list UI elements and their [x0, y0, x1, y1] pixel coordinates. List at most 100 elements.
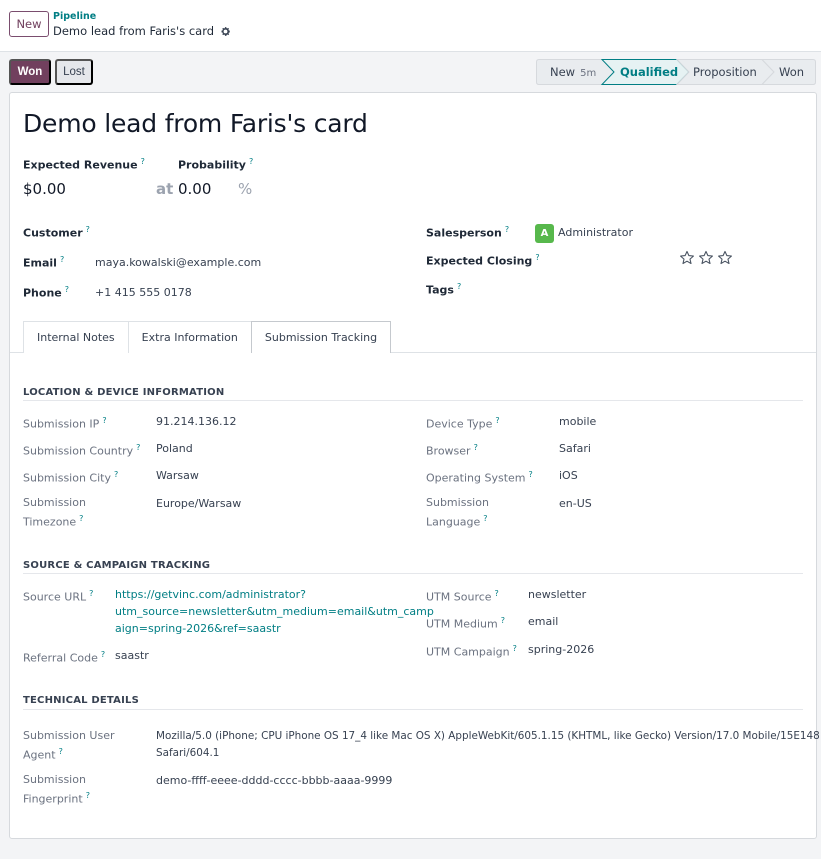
- utm-source-label: UTM Source?: [426, 586, 499, 606]
- help-icon[interactable]: ?: [505, 225, 509, 234]
- stage-proposition[interactable]: Proposition: [693, 65, 757, 79]
- stage-qualified[interactable]: Qualified: [620, 65, 678, 79]
- salesperson-label-text: Salesperson: [426, 226, 502, 240]
- source-url-line2: utm_source=newsletter&utm_medium=email&u…: [115, 605, 434, 618]
- probability-input[interactable]: 0.00: [178, 180, 211, 198]
- section-divider: [23, 709, 803, 710]
- help-icon[interactable]: ?: [495, 589, 499, 598]
- fingerprint-label: Submission Fingerprint?: [23, 772, 90, 808]
- section-divider: [23, 400, 803, 401]
- submission-country-label-text: Submission Country: [23, 444, 134, 458]
- referral-code-label: Referral Code?: [23, 647, 105, 667]
- probability-label: Probability?: [178, 157, 253, 172]
- submission-ip-label: Submission IP?: [23, 413, 107, 433]
- submission-city-value: Warsaw: [156, 469, 199, 482]
- help-icon[interactable]: ?: [483, 514, 487, 523]
- customer-field[interactable]: [95, 225, 405, 241]
- expected-revenue-input[interactable]: $0.00: [23, 180, 66, 198]
- stage-proposition-label: Proposition: [693, 65, 757, 79]
- lead-title[interactable]: Demo lead from Faris's card: [23, 109, 368, 138]
- breadcrumb-current: Demo lead from Faris's card: [53, 24, 231, 38]
- help-icon[interactable]: ?: [86, 791, 90, 800]
- fingerprint-label-line2: Fingerprint: [23, 792, 83, 806]
- submission-timezone-value: Europe/Warsaw: [156, 497, 242, 510]
- lost-button[interactable]: Lost: [55, 59, 93, 85]
- tags-label: Tags?: [426, 282, 461, 297]
- browser-label-text: Browser: [426, 444, 471, 458]
- submission-timezone-label: Submission Timezone?: [23, 495, 86, 531]
- notebook-tabs: Internal Notes Extra Information Submiss…: [23, 321, 392, 353]
- star-icon[interactable]: [679, 250, 695, 266]
- new-button[interactable]: New: [9, 11, 49, 37]
- submission-language-value: en-US: [559, 497, 592, 510]
- section-source-campaign: SOURCE & CAMPAIGN TRACKING: [23, 560, 211, 571]
- stage-new[interactable]: New 5m: [550, 65, 596, 79]
- help-icon[interactable]: ?: [529, 470, 533, 479]
- help-icon[interactable]: ?: [59, 747, 63, 756]
- help-icon[interactable]: ?: [249, 157, 253, 166]
- tab-submission-tracking[interactable]: Submission Tracking: [250, 321, 392, 353]
- expected-revenue-label: Expected Revenue?: [23, 157, 145, 172]
- help-icon[interactable]: ?: [495, 416, 499, 425]
- tab-internal-notes[interactable]: Internal Notes: [23, 321, 129, 353]
- tab-extra-information[interactable]: Extra Information: [127, 321, 252, 353]
- source-url-line1: https://getvinc.com/administrator?: [115, 588, 307, 601]
- help-icon[interactable]: ?: [457, 282, 461, 291]
- submission-ip-value: 91.214.136.12: [156, 415, 237, 428]
- operating-system-label: Operating System?: [426, 467, 533, 487]
- source-url-link[interactable]: https://getvinc.com/administrator? utm_s…: [115, 586, 434, 637]
- user-agent-line2: Safari/604.1: [156, 747, 220, 759]
- help-icon[interactable]: ?: [114, 470, 118, 479]
- help-icon[interactable]: ?: [101, 650, 105, 659]
- help-icon[interactable]: ?: [535, 253, 539, 262]
- device-type-value: mobile: [559, 415, 597, 428]
- email-label-text: Email: [23, 256, 57, 270]
- user-agent-line1: Mozilla/5.0 (iPhone; CPU iPhone OS 17_4 …: [156, 730, 820, 742]
- help-icon[interactable]: ?: [513, 644, 517, 653]
- stage-qualified-label: Qualified: [620, 65, 679, 79]
- help-icon[interactable]: ?: [141, 157, 145, 166]
- star-icon[interactable]: [698, 250, 714, 266]
- probability-label-text: Probability: [178, 158, 246, 172]
- star-icon[interactable]: [717, 250, 733, 266]
- submission-country-label: Submission Country?: [23, 440, 140, 460]
- help-icon[interactable]: ?: [86, 225, 90, 234]
- browser-label: Browser?: [426, 440, 478, 460]
- help-icon[interactable]: ?: [136, 443, 140, 452]
- phone-label-text: Phone: [23, 286, 62, 300]
- won-button[interactable]: Won: [9, 59, 51, 85]
- source-url-label: Source URL?: [23, 586, 93, 606]
- breadcrumb-pipeline[interactable]: Pipeline: [53, 11, 96, 22]
- avatar: A: [535, 224, 554, 243]
- phone-field[interactable]: +1 415 555 0178: [95, 286, 192, 299]
- gear-icon[interactable]: [220, 26, 231, 37]
- form-sheet: Demo lead from Faris's card Expected Rev…: [9, 92, 820, 839]
- submission-language-label: Submission Language?: [426, 495, 489, 531]
- stage-statusbar: New 5m Qualified Proposition Won: [536, 59, 816, 85]
- device-type-label: Device Type?: [426, 413, 500, 433]
- help-icon[interactable]: ?: [89, 589, 93, 598]
- expected-revenue-label-text: Expected Revenue: [23, 158, 138, 172]
- submission-city-label: Submission City?: [23, 467, 118, 487]
- help-icon[interactable]: ?: [65, 285, 69, 294]
- submission-timezone-label-line1: Submission: [23, 496, 86, 509]
- utm-campaign-label-text: UTM Campaign: [426, 645, 510, 659]
- utm-source-label-text: UTM Source: [426, 590, 492, 604]
- help-icon[interactable]: ?: [60, 255, 64, 264]
- help-icon[interactable]: ?: [474, 443, 478, 452]
- help-icon[interactable]: ?: [501, 616, 505, 625]
- email-field[interactable]: maya.kowalski@example.com: [95, 256, 261, 269]
- breadcrumb-current-label: Demo lead from Faris's card: [53, 24, 215, 38]
- phone-label: Phone?: [23, 285, 69, 300]
- stage-won[interactable]: Won: [779, 65, 804, 79]
- user-agent-label-line1: Submission User: [23, 729, 115, 742]
- help-icon[interactable]: ?: [102, 416, 106, 425]
- submission-ip-label-text: Submission IP: [23, 417, 100, 431]
- expected-closing-label: Expected Closing?: [426, 253, 540, 268]
- help-icon[interactable]: ?: [79, 514, 83, 523]
- referral-code-value: saastr: [115, 649, 149, 662]
- section-technical-details: TECHNICAL DETAILS: [23, 695, 139, 706]
- salesperson-field[interactable]: Administrator: [558, 226, 633, 239]
- operating-system-value: iOS: [559, 469, 578, 482]
- at-label: at: [156, 180, 174, 198]
